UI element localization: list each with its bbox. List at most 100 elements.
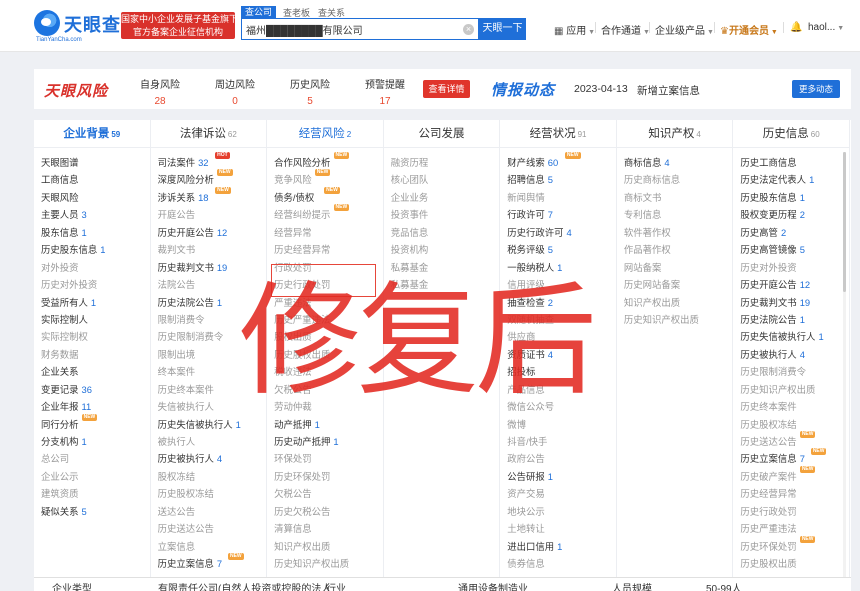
dimension-item[interactable]: 总公司 [34, 450, 150, 467]
dimension-item[interactable]: 微信公众号 [500, 398, 616, 415]
dimension-item[interactable]: 土地转让 [500, 520, 616, 537]
clear-icon[interactable]: × [463, 24, 474, 35]
dimension-item[interactable]: 疑似关系 5 [34, 503, 150, 520]
intel-text[interactable]: 新增立案信息 [637, 83, 700, 98]
dimension-item[interactable]: 历史限制消费令 [151, 328, 267, 345]
dimension-item[interactable]: 股权冻结 [151, 468, 267, 485]
dimension-item[interactable]: 历史商标信息 [617, 171, 733, 188]
dimension-item[interactable]: 投资机构 [384, 241, 500, 258]
dimension-item[interactable]: 深度风险分析 NEW [151, 169, 267, 188]
dimension-item[interactable]: 工商信息 [34, 171, 150, 188]
dimension-item[interactable]: 信用评级 [500, 276, 616, 293]
dimension-item[interactable]: 新闻舆情 [500, 189, 616, 206]
dimension-item[interactable]: 历史欠税公告 [267, 503, 383, 520]
dimension-item[interactable]: 司法案件 32 HOT [151, 152, 267, 171]
dimension-item[interactable]: 抽查检查 2 [500, 294, 616, 311]
dimension-item[interactable]: 建筑资质 [34, 485, 150, 502]
dimension-item[interactable]: 微博 [500, 416, 616, 433]
dimension-item[interactable]: 历史行政许可 4 [500, 224, 616, 241]
dimension-item[interactable]: 历史知识产权出质 [617, 311, 733, 328]
dimension-item[interactable]: 同行分析 NEW [34, 413, 150, 433]
dimension-item[interactable]: 历史股东信息 1 [34, 241, 150, 258]
dimension-item[interactable]: 历史限制消费令 [733, 363, 849, 380]
scrollbar-thumb[interactable] [842, 152, 846, 292]
dimension-item[interactable]: 历史网站备案 [617, 276, 733, 293]
dimension-item[interactable]: 股权变更历程 2 [733, 206, 849, 223]
dimension-item[interactable]: 历史裁判文书 19 [151, 259, 267, 276]
nav-vip[interactable]: ♛开通会员 ▼ [720, 22, 778, 37]
column-tab[interactable]: 法律诉讼 62 [150, 120, 267, 148]
dimension-item[interactable]: 历史立案信息 7 NEW [151, 553, 267, 572]
dimension-item[interactable]: 专利信息 [617, 206, 733, 223]
dimension-item[interactable]: 历史知识产权出质 [733, 381, 849, 398]
dimension-item[interactable]: 经营异常 [267, 224, 383, 241]
dimension-item[interactable]: 财务数据 [34, 346, 150, 363]
dimension-item[interactable]: 历史对外投资 [733, 259, 849, 276]
dimension-item[interactable]: 对外投资 [34, 259, 150, 276]
dimension-item[interactable]: 实际控制权 [34, 328, 150, 345]
dimension-item[interactable]: 历史裁判文书 19 [733, 294, 849, 311]
bell-icon[interactable]: 🔔 [790, 22, 802, 33]
column-tab[interactable]: 经营状况 91 [500, 120, 616, 148]
dimension-item[interactable]: 资产交易 [500, 485, 616, 502]
dimension-item[interactable]: 历史失信被执行人 1 [151, 416, 267, 433]
dimension-item[interactable]: 欠税公告 [267, 381, 383, 398]
dimension-item[interactable]: 商标文书 [617, 189, 733, 206]
dimension-item[interactable]: 公告研报 1 [500, 468, 616, 485]
dimension-item[interactable]: 竞品信息 [384, 224, 500, 241]
dimension-item[interactable]: 股权出质 [267, 328, 383, 345]
dimension-item[interactable]: 被执行人 [151, 433, 267, 450]
dimension-item[interactable]: 历史经营异常 [267, 241, 383, 258]
dimension-item[interactable]: 财产线索 60 NEW [500, 152, 616, 171]
dimension-item[interactable]: 税收违法 [267, 363, 383, 380]
dimension-item[interactable]: 法院公告 [151, 276, 267, 293]
dimension-item[interactable]: 历史环保处罚 [267, 468, 383, 485]
dimension-item[interactable]: 失信被执行人 [151, 398, 267, 415]
dimension-item[interactable]: 私募基金 [384, 276, 500, 293]
dimension-item[interactable]: 历史开庭公告 12 [733, 276, 849, 293]
dimension-item[interactable]: 股东信息 1 [34, 224, 150, 241]
dimension-item[interactable]: 债券信息 [500, 555, 616, 572]
dimension-item[interactable]: 历史环保处罚 NEW [733, 535, 849, 555]
dimension-item[interactable]: 融资历程 [384, 154, 500, 171]
dimension-item[interactable]: 受益所有人 1 [34, 294, 150, 311]
dimension-item[interactable]: 历史股权冻结 [151, 485, 267, 502]
column-tab[interactable]: 经营风险 2 [267, 120, 383, 148]
dimension-item[interactable]: 企业公示 [34, 468, 150, 485]
dimension-item[interactable]: 环保处罚 [267, 450, 383, 467]
tab-company[interactable]: 查公司 [241, 6, 277, 18]
more-updates-button[interactable]: 更多动态 [792, 80, 840, 98]
dimension-item[interactable]: 分支机构 1 [34, 433, 150, 450]
dimension-item[interactable]: 历史股东信息 1 [733, 189, 849, 206]
dimension-item[interactable]: 开庭公告 [151, 206, 267, 223]
dimension-item[interactable]: 裁判文书 [151, 241, 267, 258]
dimension-item[interactable]: 天眼图谱 [34, 154, 150, 171]
dimension-item[interactable]: 天眼风险 [34, 189, 150, 206]
tianyancha-logo[interactable]: 天眼查 TianYanCha.com [34, 10, 120, 44]
dimension-item[interactable]: 历史法定代表人 1 [733, 171, 849, 188]
column-tab[interactable]: 公司发展 [383, 120, 500, 148]
dimension-item[interactable]: 历史股权出质 [733, 555, 849, 572]
dimension-item[interactable]: 历史知识产权出质 [267, 555, 383, 572]
dimension-item[interactable]: 双随机抽查 [500, 311, 616, 328]
dimension-item[interactable]: 送达公告 [151, 503, 267, 520]
dimension-item[interactable]: 投资事件 [384, 206, 500, 223]
dimension-item[interactable]: 历史被执行人 4 [733, 346, 849, 363]
risk-stat-history[interactable]: 历史风险 5 [280, 76, 340, 107]
dimension-item[interactable]: 历史严重违法 [267, 311, 383, 328]
risk-stat-self[interactable]: 自身风险 28 [130, 76, 190, 107]
dimension-item[interactable]: 私募基金 [384, 259, 500, 276]
dimension-item[interactable]: 作品著作权 [617, 241, 733, 258]
dimension-item[interactable]: 商标信息 4 [617, 154, 733, 171]
dimension-item[interactable]: 历史工商信息 [733, 154, 849, 171]
dimension-item[interactable]: 地块公示 [500, 503, 616, 520]
dimension-item[interactable]: 清算信息 [267, 520, 383, 537]
dimension-item[interactable]: 软件著作权 [617, 224, 733, 241]
dimension-item[interactable]: 主要人员 3 [34, 206, 150, 223]
dimension-item[interactable]: 历史股权出质 [267, 346, 383, 363]
dimension-item[interactable]: 变更记录 36 [34, 381, 150, 398]
dimension-item[interactable]: 历史终本案件 [151, 381, 267, 398]
dimension-item[interactable]: 历史失信被执行人 1 [733, 328, 849, 345]
dimension-item[interactable]: 核心团队 [384, 171, 500, 188]
dimension-item[interactable]: 历史开庭公告 12 [151, 224, 267, 241]
